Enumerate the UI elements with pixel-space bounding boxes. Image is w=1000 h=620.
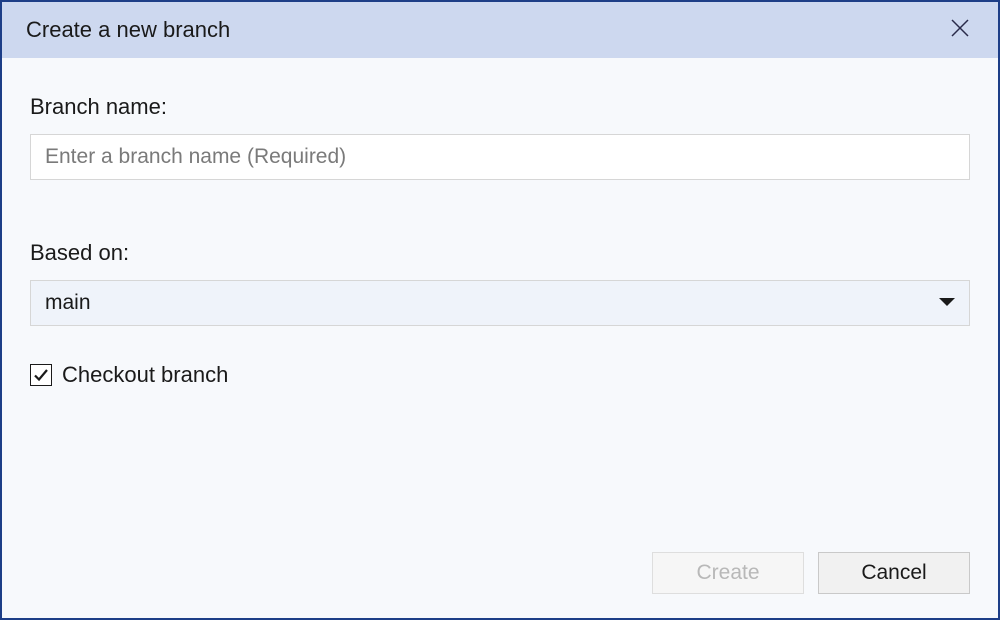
close-icon (950, 18, 970, 43)
new-branch-dialog: Create a new branch Branch name: Based o… (0, 0, 1000, 620)
checkout-branch-label: Checkout branch (62, 362, 228, 388)
based-on-dropdown[interactable]: main (30, 280, 970, 326)
close-button[interactable] (942, 12, 978, 48)
dialog-title: Create a new branch (26, 17, 230, 43)
based-on-label: Based on: (30, 240, 970, 266)
checkbox-box (30, 364, 52, 386)
dialog-content: Branch name: Based on: main Checkout bra… (2, 58, 998, 552)
chevron-down-icon (939, 294, 955, 312)
create-button[interactable]: Create (652, 552, 804, 594)
cancel-button[interactable]: Cancel (818, 552, 970, 594)
based-on-value: main (45, 291, 91, 315)
check-icon (33, 367, 49, 383)
titlebar: Create a new branch (2, 2, 998, 58)
dialog-footer: Create Cancel (2, 552, 998, 618)
checkout-branch-checkbox[interactable]: Checkout branch (30, 362, 970, 388)
branch-name-label: Branch name: (30, 94, 970, 120)
branch-name-input[interactable] (30, 134, 970, 180)
